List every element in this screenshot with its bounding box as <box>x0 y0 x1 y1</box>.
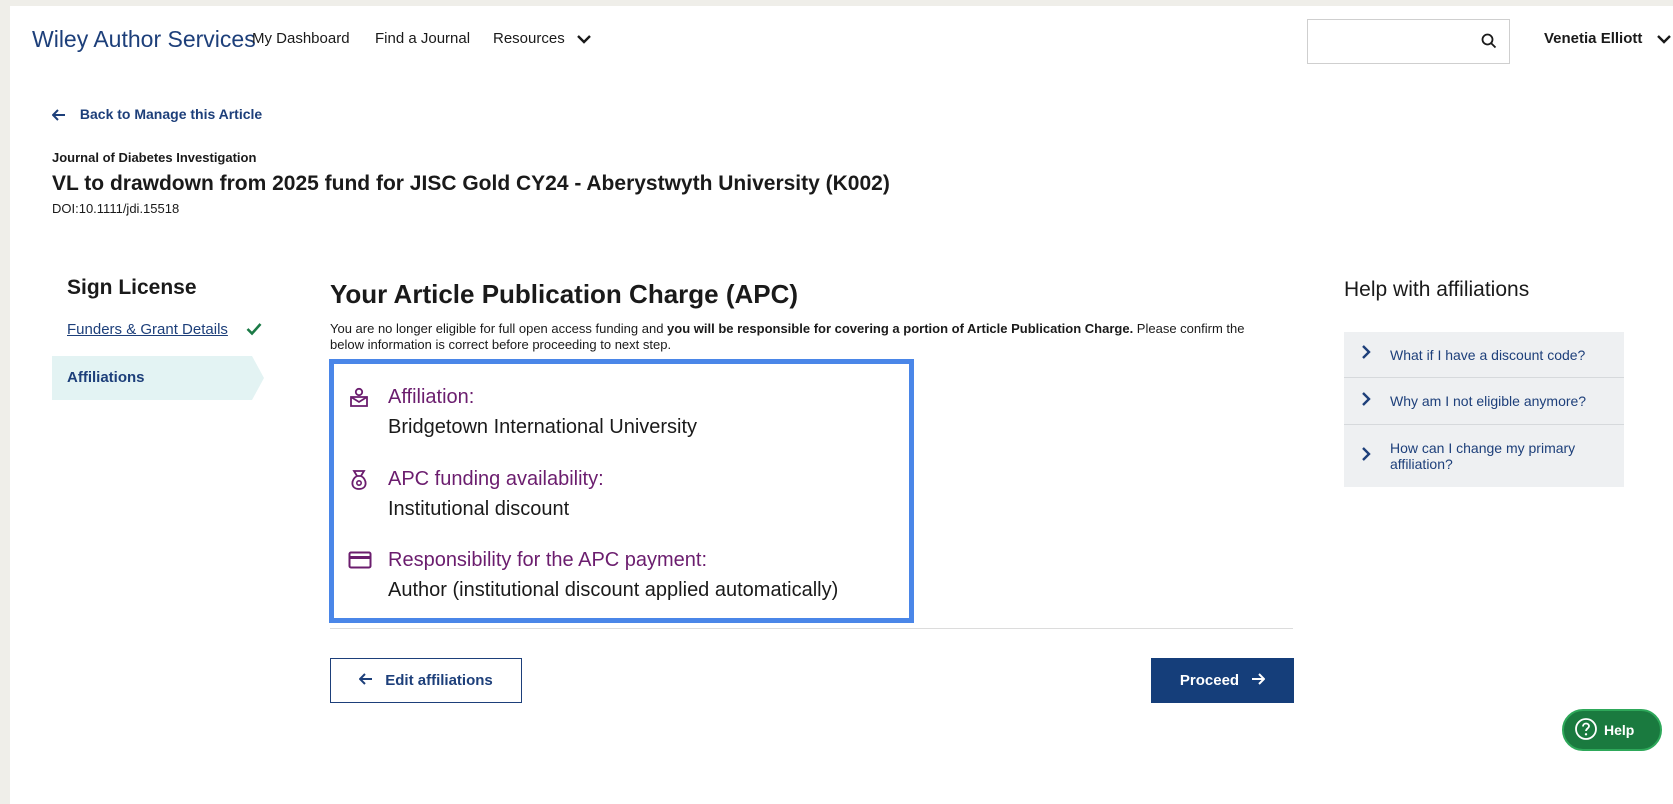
edit-affiliations-label: Edit affiliations <box>385 672 493 689</box>
arrow-left-icon <box>358 672 373 689</box>
affiliation-label: Affiliation: <box>388 386 475 408</box>
apc-responsibility-label: Responsibility for the APC payment: <box>388 549 708 571</box>
help-panel: What if I have a discount code? Why am I… <box>1344 332 1624 487</box>
step-affiliations-label: Affiliations <box>67 369 145 386</box>
help-item-label: Why am I not eligible anymore? <box>1390 393 1587 409</box>
help-item-not-eligible[interactable]: Why am I not eligible anymore? <box>1344 378 1624 425</box>
affiliation-value: Bridgetown International University <box>388 416 698 438</box>
help-item-change-affiliation[interactable]: How can I change my primary affiliation? <box>1344 425 1624 487</box>
nav-find-a-journal[interactable]: Find a Journal <box>375 30 470 47</box>
back-link-label: Back to Manage this Article <box>79 106 263 122</box>
user-name: Venetia Elliott <box>1544 30 1643 47</box>
apc-responsibility-value: Author (institutional discount applied a… <box>388 579 839 601</box>
step-funders-grant-details[interactable]: Funders & Grant Details <box>67 321 228 338</box>
credit-card-icon <box>348 550 372 575</box>
chevron-right-icon <box>1361 345 1371 364</box>
apc-funding-value: Institutional discount <box>388 498 570 520</box>
help-title: Help with affiliations <box>1344 278 1530 301</box>
brand-logo[interactable]: Wiley Author Services <box>32 26 256 53</box>
divider <box>330 628 1293 629</box>
page: Wiley Author Services My Dashboard Find … <box>10 6 1673 804</box>
chevron-down-icon <box>577 31 591 48</box>
article-title: VL to drawdown from 2025 fund for JISC G… <box>52 172 890 195</box>
nav-resources-label: Resources <box>493 30 565 47</box>
checkmark-icon <box>246 322 262 341</box>
search-box <box>1307 19 1510 65</box>
top-header: Wiley Author Services My Dashboard Find … <box>10 6 1673 76</box>
search-input[interactable] <box>1308 20 1480 65</box>
chevron-right-icon <box>1361 391 1371 411</box>
nav-my-dashboard[interactable]: My Dashboard <box>252 30 350 47</box>
back-link[interactable]: Back to Manage this Article <box>51 106 263 122</box>
apc-summary-box: Affiliation: Bridgetown International Un… <box>329 359 914 623</box>
affiliation-icon <box>348 387 370 414</box>
apc-funding-label: APC funding availability: <box>388 468 604 490</box>
apc-title: Your Article Publication Charge (APC) <box>330 279 799 309</box>
apc-intro: You are no longer eligible for full open… <box>330 321 1260 353</box>
question-icon <box>1574 717 1598 744</box>
help-button-label: Help <box>1604 722 1635 738</box>
arrow-left-icon <box>51 106 70 122</box>
help-item-label: What if I have a discount code? <box>1390 346 1586 363</box>
search-icon[interactable] <box>1481 33 1497 54</box>
journal-name: Journal of Diabetes Investigation <box>52 150 257 165</box>
apc-intro-emphasis: you will be responsible for covering a p… <box>667 321 1134 336</box>
apc-intro-text: You are no longer eligible for full open… <box>330 321 668 336</box>
step-affiliations[interactable]: Affiliations <box>52 356 264 400</box>
chevron-right-icon <box>1361 446 1371 466</box>
nav-resources[interactable]: Resources <box>493 30 591 48</box>
help-button[interactable]: Help <box>1562 709 1662 751</box>
help-item-discount-code[interactable]: What if I have a discount code? <box>1344 332 1624 378</box>
money-bag-icon <box>348 469 370 496</box>
help-item-label: How can I change my primary affiliation? <box>1390 440 1576 472</box>
chevron-down-icon <box>1656 31 1671 48</box>
proceed-button[interactable]: Proceed <box>1151 658 1294 703</box>
user-menu[interactable]: Venetia Elliott <box>1544 30 1671 48</box>
article-doi: DOI:10.1111/jdi.15518 <box>52 201 180 216</box>
steps-title: Sign License <box>67 276 197 299</box>
proceed-label: Proceed <box>1179 672 1240 689</box>
edit-affiliations-button[interactable]: Edit affiliations <box>330 658 522 703</box>
arrow-right-icon <box>1251 672 1266 689</box>
